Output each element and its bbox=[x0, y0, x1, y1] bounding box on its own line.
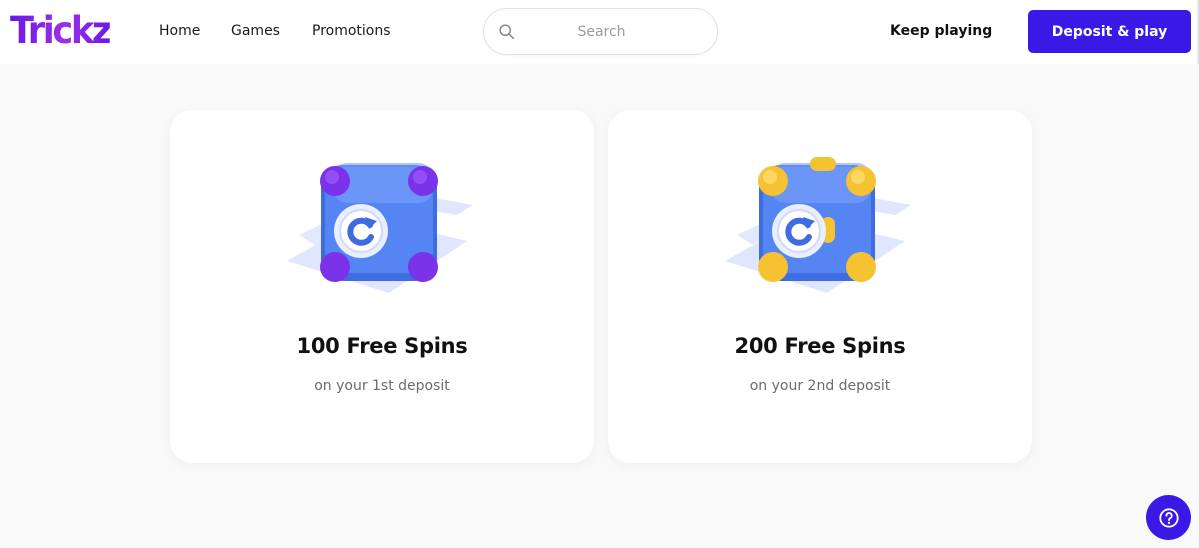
search-bar[interactable] bbox=[483, 8, 718, 55]
search-input[interactable] bbox=[524, 19, 679, 45]
keep-playing-link[interactable]: Keep playing bbox=[890, 22, 992, 40]
bonus-title: 200 Free Spins bbox=[734, 334, 906, 358]
nav-games[interactable]: Games bbox=[231, 22, 280, 40]
bonus-card-2[interactable]: 200 Free Spins on your 2nd deposit bbox=[608, 110, 1032, 463]
nav-home[interactable]: Home bbox=[159, 22, 200, 40]
free-spins-cube-icon bbox=[287, 163, 473, 293]
free-spins-cube-icon bbox=[725, 157, 911, 293]
bonus-title: 100 Free Spins bbox=[296, 334, 468, 358]
deposit-and-play-button[interactable]: Deposit & play bbox=[1028, 10, 1191, 53]
bonus-subtitle: on your 1st deposit bbox=[314, 378, 450, 394]
bonus-subtitle: on your 2nd deposit bbox=[749, 378, 891, 394]
trickz-logo[interactable]: Trickz bbox=[10, 6, 112, 56]
nav-promotions[interactable]: Promotions bbox=[312, 22, 391, 40]
bonus-card-1[interactable]: 100 Free Spins on your 1st deposit bbox=[170, 110, 594, 463]
search-icon bbox=[499, 24, 515, 40]
top-header: Trickz Home Games Promotions Keep playin… bbox=[0, 0, 1199, 64]
help-icon bbox=[1158, 507, 1179, 528]
help-button[interactable] bbox=[1146, 495, 1191, 540]
